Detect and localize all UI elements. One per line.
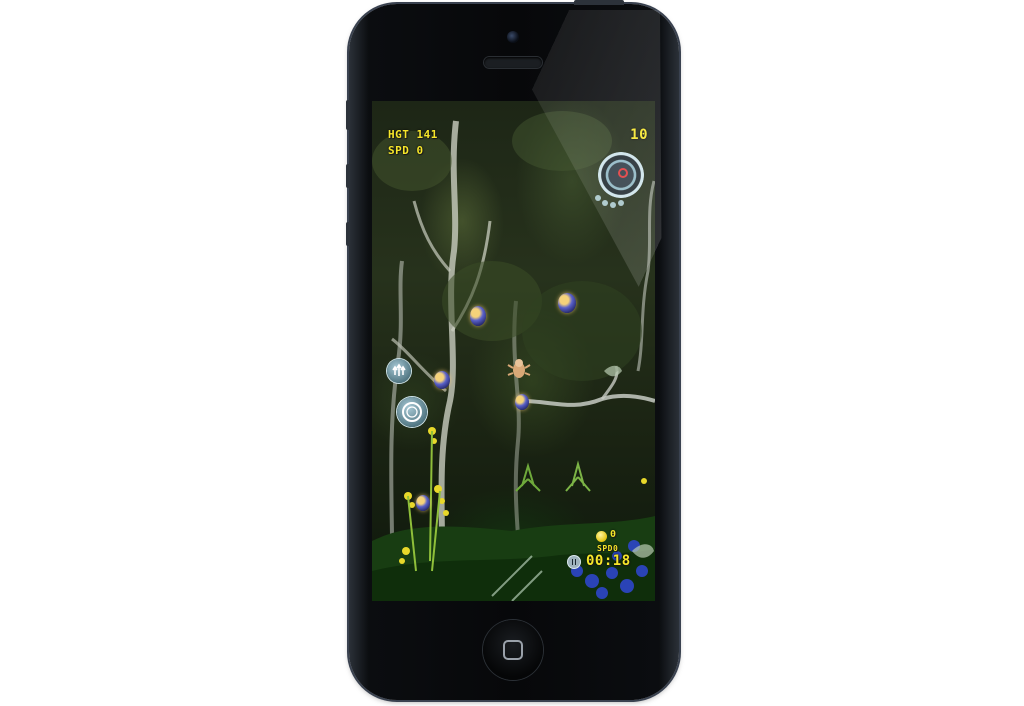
boost-arrows-icon xyxy=(392,363,406,376)
action-button[interactable] xyxy=(397,397,427,427)
bottom-speed-label: SPD xyxy=(597,544,613,553)
coin-count: 0 xyxy=(610,529,617,540)
orb-icon xyxy=(470,306,486,326)
height-value: 141 xyxy=(416,128,438,141)
volume-down-button xyxy=(346,222,350,246)
gauge-dot xyxy=(618,200,624,206)
orb-icon xyxy=(515,394,529,410)
orb-icon xyxy=(434,371,450,389)
score-value: 10 xyxy=(630,127,648,143)
height-label: HGT xyxy=(388,128,410,141)
pause-button[interactable] xyxy=(568,556,580,568)
orb-icon xyxy=(416,495,430,511)
bug-character-icon xyxy=(507,359,531,378)
speed-gauge-icon xyxy=(598,152,644,198)
volume-up-button xyxy=(346,164,350,188)
power-button xyxy=(574,0,624,5)
camera-icon xyxy=(507,31,519,43)
action-ring-icon xyxy=(402,402,422,422)
earpiece-speaker xyxy=(484,57,542,68)
gauge-dot xyxy=(595,195,601,201)
timer: 00:18 xyxy=(586,553,631,569)
speed-value: 0 xyxy=(416,144,424,157)
speed-readout: SPD 0 xyxy=(388,144,424,157)
coin-icon xyxy=(596,531,607,542)
speed-label: SPD xyxy=(388,144,410,157)
pause-icon xyxy=(572,559,576,565)
home-button-icon xyxy=(503,640,523,660)
boost-button[interactable] xyxy=(387,359,411,383)
orb-icon xyxy=(558,293,576,313)
bottom-speed-value: 0 xyxy=(612,544,619,553)
gauge-dot xyxy=(610,202,616,208)
silent-switch xyxy=(346,100,350,130)
height-readout: HGT 141 xyxy=(388,128,438,141)
gauge-dot xyxy=(602,200,608,206)
bottom-speed-readout: SPD0 xyxy=(597,544,618,553)
game-screen[interactable]: HGT 141 SPD 0 10 0 SPD0 00:18 xyxy=(372,101,655,601)
